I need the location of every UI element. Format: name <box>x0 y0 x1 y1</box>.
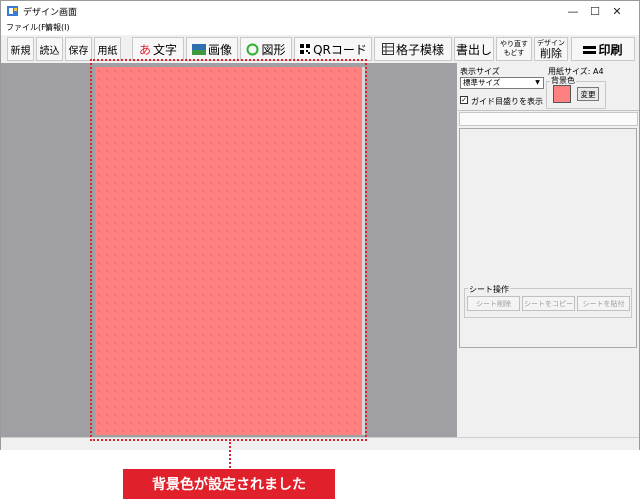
callout-connector <box>229 442 231 468</box>
window-title: デザイン画面 <box>23 8 78 18</box>
chevron-down-icon: ▼ <box>535 79 540 86</box>
shape-button[interactable]: 図形 <box>240 37 292 61</box>
image-icon <box>191 43 206 55</box>
grid-pattern-button[interactable]: 格子模様 <box>374 37 452 61</box>
open-button[interactable]: 読込 <box>36 37 63 61</box>
show-guides-label: ガイド目盛りを表示 <box>471 97 543 106</box>
menu-info[interactable]: 情報(I) <box>45 22 70 33</box>
canvas-highlight-frame <box>90 59 367 441</box>
title-bar: デザイン画面 — ☐ ✕ <box>1 1 639 21</box>
image-button[interactable]: 画像 <box>186 37 238 61</box>
text-button[interactable]: あ 文字 <box>132 37 184 61</box>
text-button-label: 文字 <box>153 42 178 57</box>
image-button-label: 画像 <box>207 42 232 57</box>
circle-icon <box>246 43 259 55</box>
shape-button-label: 図形 <box>261 42 286 57</box>
qr-icon <box>299 43 312 55</box>
delete-button[interactable]: デザイン 削除 <box>534 37 568 61</box>
redo-undo-button[interactable]: やり直す もどす <box>496 37 532 61</box>
delete-label: 削除 <box>540 46 562 60</box>
new-button[interactable]: 新規 <box>7 37 34 61</box>
change-color-button[interactable]: 変更 <box>577 87 599 101</box>
save-button[interactable]: 保存 <box>65 37 92 61</box>
bg-color-swatch[interactable] <box>553 85 571 103</box>
display-size-label: 表示サイズ <box>460 67 500 76</box>
text-icon: あ <box>138 42 151 57</box>
panel-divider <box>458 110 639 111</box>
callout-label: 背景色が設定されました <box>123 469 335 499</box>
sheet-paste-button[interactable]: シートを貼付 <box>577 296 630 311</box>
printer-icon <box>583 45 597 54</box>
show-guides-checkbox[interactable]: ✓ <box>460 96 468 104</box>
sheet-ops-label: シート操作 <box>468 284 510 295</box>
print-button-label: 印刷 <box>598 42 623 57</box>
qr-code-button-label: QRコード <box>313 42 367 57</box>
sheet-copy-button[interactable]: シートをコピー <box>522 296 575 311</box>
qr-code-button[interactable]: QRコード <box>294 37 372 61</box>
close-button[interactable]: ✕ <box>595 1 639 21</box>
export-button[interactable]: 書出し <box>454 37 494 61</box>
panel-tab-strip <box>459 112 638 126</box>
sheet-delete-button[interactable]: シート削除 <box>467 296 520 311</box>
print-button[interactable]: 印刷 <box>571 37 635 61</box>
grid-pattern-button-label: 格子模様 <box>395 42 444 57</box>
menu-file[interactable]: ファイル(F) <box>6 22 49 33</box>
app-icon <box>7 6 18 16</box>
undo-label: もどす <box>503 49 525 57</box>
grid-icon <box>381 43 394 55</box>
menu-bar: ファイル(F) 情報(I) <box>1 21 639 35</box>
display-size-value: 標準サイズ <box>463 78 501 87</box>
redo-label: やり直す <box>500 40 528 48</box>
paper-button[interactable]: 用紙 <box>94 37 121 61</box>
display-size-select[interactable]: 標準サイズ ▼ <box>460 77 544 89</box>
